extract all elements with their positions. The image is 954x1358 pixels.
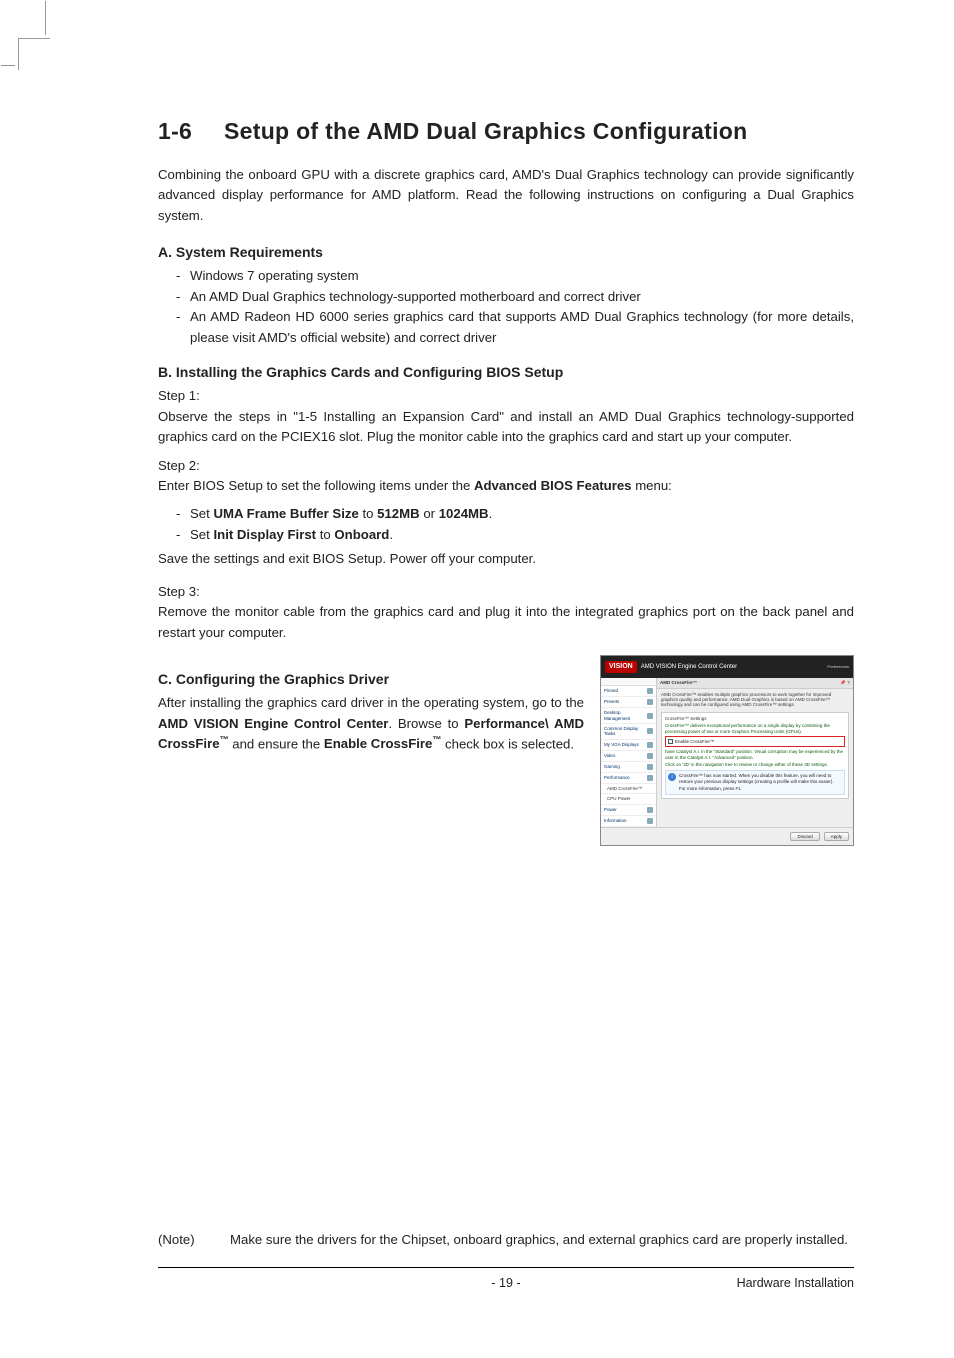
sidebar-item-crossfire[interactable]: AMD CrossFire™: [601, 784, 656, 794]
ss-settings-panel: CrossFire™ Settings CrossFire™ delivers …: [661, 712, 849, 799]
checkbox-icon[interactable]: [668, 739, 673, 744]
req-item: An AMD Dual Graphics technology-supporte…: [190, 287, 641, 307]
footer: - 19 - Hardware Installation: [158, 1276, 854, 1290]
page-title: 1-6Setup of the AMD Dual Graphics Config…: [158, 118, 854, 145]
req-item: Windows 7 operating system: [190, 266, 359, 286]
section-a-list: -Windows 7 operating system -An AMD Dual…: [176, 266, 854, 348]
sidebar-item-pinned[interactable]: Pinned: [601, 686, 656, 697]
ss-info-box: i CrossFire™ has now started. When you d…: [665, 770, 845, 794]
monitor-icon: [647, 742, 653, 748]
ss-panel-sub: CrossFire™ delivers exceptional performa…: [665, 723, 845, 734]
section-number: 1-6: [158, 118, 224, 145]
ss-note1: have Catalyst A.I. in the "Standard" pos…: [665, 749, 845, 760]
pin-help-icon[interactable]: 📌 ?: [840, 680, 850, 685]
sidebar-item-performance[interactable]: Performance: [601, 773, 656, 784]
ss-main: AMD CrossFire™📌 ? AMD CrossFire™ enables…: [657, 678, 853, 826]
ss-titlebar: VISION AMD VISION Engine Control Center …: [601, 656, 853, 678]
sidebar-item-vga[interactable]: My VGA Displays: [601, 740, 656, 751]
ss-info-text: CrossFire™ has now started. When you dis…: [679, 773, 842, 784]
info-icon: i: [668, 773, 676, 781]
section-c-text: After installing the graphics card drive…: [158, 693, 584, 755]
ss-note2: Click on '3D' in the navigation tree to …: [665, 762, 845, 767]
note-text: Make sure the drivers for the Chipset, o…: [230, 1230, 854, 1250]
step2-save: Save the settings and exit BIOS Setup. P…: [158, 549, 854, 569]
ss-breadcrumb: AMD CrossFire™📌 ?: [657, 678, 853, 688]
step2-label: Step 2:: [158, 456, 854, 476]
ss-preferences[interactable]: Preferences: [827, 665, 849, 670]
bios-item: Set UMA Frame Buffer Size to 512MB or 10…: [190, 504, 492, 524]
step1-text: Observe the steps in "1-5 Installing an …: [158, 407, 854, 448]
note-label: (Note): [158, 1230, 230, 1250]
ss-title: AMD VISION Engine Control Center: [641, 664, 828, 671]
desktop-icon: [647, 713, 653, 719]
section-a-title: A. System Requirements: [158, 244, 854, 260]
ss-info-more: For more information, press F1.: [679, 786, 842, 791]
amd-control-center-screenshot: VISION AMD VISION Engine Control Center …: [600, 655, 854, 846]
sidebar-item-power[interactable]: Power: [601, 805, 656, 816]
footer-rule: [158, 1267, 854, 1268]
vision-logo: VISION: [605, 661, 637, 673]
step2-list: -Set UMA Frame Buffer Size to 512MB or 1…: [176, 504, 854, 545]
apply-button[interactable]: Apply: [824, 832, 849, 841]
step3-text: Remove the monitor cable from the graphi…: [158, 602, 854, 643]
sidebar-item-presets[interactable]: Presets: [601, 697, 656, 708]
step1-label: Step 1:: [158, 386, 854, 406]
gaming-icon: [647, 764, 653, 770]
page-number: - 19 -: [491, 1276, 520, 1290]
sidebar-item-video[interactable]: Video: [601, 751, 656, 762]
gauge-icon: [647, 775, 653, 781]
presets-icon: [647, 699, 653, 705]
display-icon: [647, 728, 653, 734]
discard-button[interactable]: Discard: [790, 832, 819, 841]
enable-crossfire-label: Enable CrossFire™: [675, 739, 714, 744]
bios-item: Set Init Display First to Onboard.: [190, 525, 393, 545]
step3-label: Step 3:: [158, 582, 854, 602]
sidebar-item-information[interactable]: Information: [601, 816, 656, 827]
enable-crossfire-row[interactable]: Enable CrossFire™: [665, 736, 845, 747]
sidebar-item-gaming[interactable]: Gaming: [601, 762, 656, 773]
intro-paragraph: Combining the onboard GPU with a discret…: [158, 165, 854, 226]
section-b-title: B. Installing the Graphics Cards and Con…: [158, 364, 854, 380]
req-item: An AMD Radeon HD 6000 series graphics ca…: [190, 307, 854, 348]
sidebar-item-display-tasks[interactable]: Common Display Tasks: [601, 724, 656, 740]
ss-button-bar: Discard Apply: [601, 827, 853, 845]
sidebar-item-cpu-power[interactable]: CPU Power: [601, 794, 656, 804]
section-title: Setup of the AMD Dual Graphics Configura…: [224, 118, 747, 144]
footer-section: Hardware Installation: [737, 1276, 854, 1290]
page-content: 1-6Setup of the AMD Dual Graphics Config…: [158, 118, 854, 846]
pin-icon: [647, 688, 653, 694]
power-icon: [647, 807, 653, 813]
sidebar-item-desktop[interactable]: Desktop Management: [601, 708, 656, 724]
ss-description: AMD CrossFire™ enables multiple graphics…: [661, 692, 849, 708]
section-c-title: C. Configuring the Graphics Driver: [158, 671, 584, 687]
ss-search[interactable]: [601, 678, 656, 686]
note-block: (Note) Make sure the drivers for the Chi…: [158, 1230, 854, 1250]
ss-panel-title: CrossFire™ Settings: [665, 716, 845, 721]
step2-intro: Enter BIOS Setup to set the following it…: [158, 476, 854, 496]
video-icon: [647, 753, 653, 759]
crop-mark: [18, 38, 50, 70]
info-icon: [647, 818, 653, 824]
ss-sidebar: Pinned Presets Desktop Management Common…: [601, 678, 657, 826]
